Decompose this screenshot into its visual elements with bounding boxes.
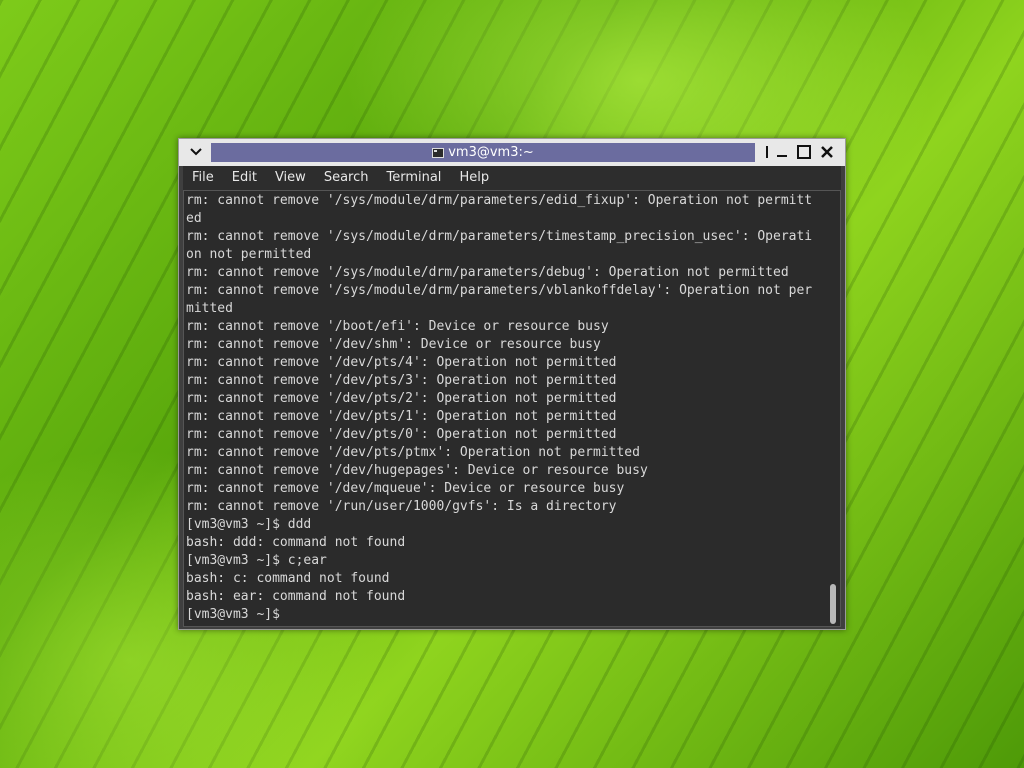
terminal-line: rm: cannot remove '/sys/module/drm/param… (186, 229, 813, 244)
chevron-down-icon (190, 148, 202, 156)
terminal-line: on not permitted (186, 247, 312, 262)
window-title: vm3@vm3:~ (448, 145, 534, 160)
terminal-line: rm: cannot remove '/dev/mqueue': Device … (186, 481, 625, 496)
terminal-line: rm: cannot remove '/run/user/1000/gvfs':… (186, 499, 617, 514)
terminal-line: rm: cannot remove '/dev/pts/3': Operatio… (186, 373, 617, 388)
close-icon (821, 146, 833, 158)
maximize-button[interactable] (793, 142, 815, 162)
terminal-line: [vm3@vm3 ~]$ (186, 607, 280, 622)
menu-help[interactable]: Help (450, 166, 498, 190)
minimize-button[interactable] (771, 142, 793, 162)
terminal-line: bash: ear: command not found (186, 589, 406, 604)
terminal-line: rm: cannot remove '/sys/module/drm/param… (186, 265, 789, 280)
terminal-text: rm: cannot remove '/sys/module/drm/param… (186, 192, 826, 624)
terminal-line: bash: c: command not found (186, 571, 390, 586)
menu-edit[interactable]: Edit (223, 166, 266, 190)
title-bar[interactable]: vm3@vm3:~ (179, 139, 845, 166)
terminal-line: rm: cannot remove '/dev/shm': Device or … (186, 337, 601, 352)
terminal-line: bash: ddd: command not found (186, 535, 406, 550)
menu-view[interactable]: View (266, 166, 315, 190)
terminal-line: [vm3@vm3 ~]$ c;ear (186, 553, 327, 568)
terminal-line: rm: cannot remove '/dev/pts/ptmx': Opera… (186, 445, 640, 460)
terminal-line: rm: cannot remove '/dev/hugepages': Devi… (186, 463, 648, 478)
terminal-line: ed (186, 211, 202, 226)
terminal-line: rm: cannot remove '/sys/module/drm/param… (186, 193, 813, 208)
terminal-line: rm: cannot remove '/dev/pts/4': Operatio… (186, 355, 617, 370)
minimize-icon (777, 155, 787, 157)
terminal-output[interactable]: rm: cannot remove '/sys/module/drm/param… (183, 190, 841, 627)
terminal-line: rm: cannot remove '/sys/module/drm/param… (186, 283, 813, 298)
terminal-line: rm: cannot remove '/dev/pts/2': Operatio… (186, 391, 617, 406)
terminal-line: [vm3@vm3 ~]$ ddd (186, 517, 312, 532)
terminal-line: mitted (186, 301, 233, 316)
scrollbar-thumb[interactable] (830, 584, 836, 624)
close-button[interactable] (816, 142, 838, 162)
menu-bar: File Edit View Search Terminal Help (183, 166, 841, 190)
vertical-scrollbar[interactable] (827, 192, 839, 625)
terminal-line: rm: cannot remove '/dev/pts/0': Operatio… (186, 427, 617, 442)
menu-file[interactable]: File (183, 166, 223, 190)
terminal-line: rm: cannot remove '/boot/efi': Device or… (186, 319, 609, 334)
maximize-icon (797, 145, 811, 159)
window-menu-button[interactable] (185, 142, 207, 162)
terminal-line: rm: cannot remove '/dev/pts/1': Operatio… (186, 409, 617, 424)
window-title-area[interactable]: vm3@vm3:~ (211, 143, 755, 162)
terminal-icon (432, 147, 445, 158)
terminal-window: vm3@vm3:~ File Edit View Search Terminal… (178, 138, 846, 630)
menu-search[interactable]: Search (315, 166, 378, 190)
menu-terminal[interactable]: Terminal (377, 166, 450, 190)
